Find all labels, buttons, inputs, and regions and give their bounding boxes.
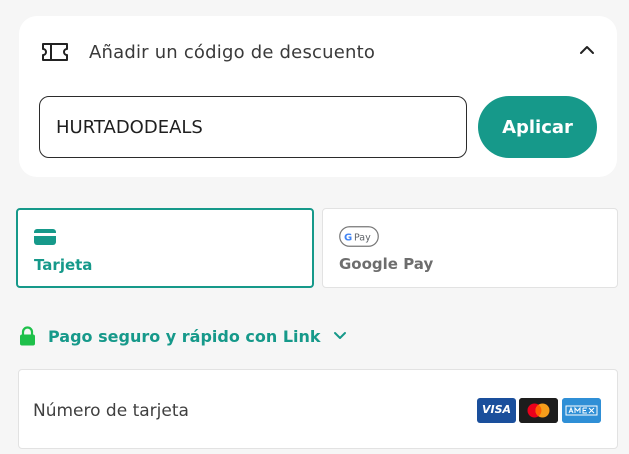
visa-logo-text: VISA	[481, 403, 512, 416]
card-number-label: Número de tarjeta	[33, 401, 189, 421]
discount-code-input[interactable]	[39, 96, 467, 158]
google-pay-icon: G Pay	[339, 226, 379, 247]
chevron-down-icon	[333, 332, 346, 339]
gpay-badge-text: Pay	[354, 233, 371, 244]
ticket-icon	[42, 43, 68, 61]
chevron-up-icon[interactable]	[579, 44, 595, 56]
discount-title: Añadir un código de descuento	[89, 42, 376, 63]
mastercard-logo	[519, 398, 558, 423]
lock-icon	[20, 326, 35, 346]
link-toggle[interactable]: Pago seguro y rápido con Link	[19, 324, 347, 348]
amex-logo	[562, 398, 601, 423]
svg-text:G: G	[344, 233, 352, 244]
tab-google-pay[interactable]: G Pay Google Pay	[322, 208, 618, 288]
credit-card-icon	[34, 229, 56, 245]
tab-google-pay-label: Google Pay	[339, 255, 434, 273]
card-number-field[interactable]: Número de tarjeta VISA	[18, 369, 618, 449]
discount-toggle[interactable]: Añadir un código de descuento	[19, 16, 617, 91]
link-label: Pago seguro y rápido con Link	[48, 326, 321, 346]
tab-card[interactable]: Tarjeta	[16, 208, 314, 288]
visa-logo: VISA	[477, 398, 516, 423]
apply-button[interactable]: Aplicar	[478, 96, 597, 158]
discount-code-panel: Añadir un código de descuento Aplicar	[19, 16, 617, 177]
tab-card-label: Tarjeta	[34, 256, 93, 274]
